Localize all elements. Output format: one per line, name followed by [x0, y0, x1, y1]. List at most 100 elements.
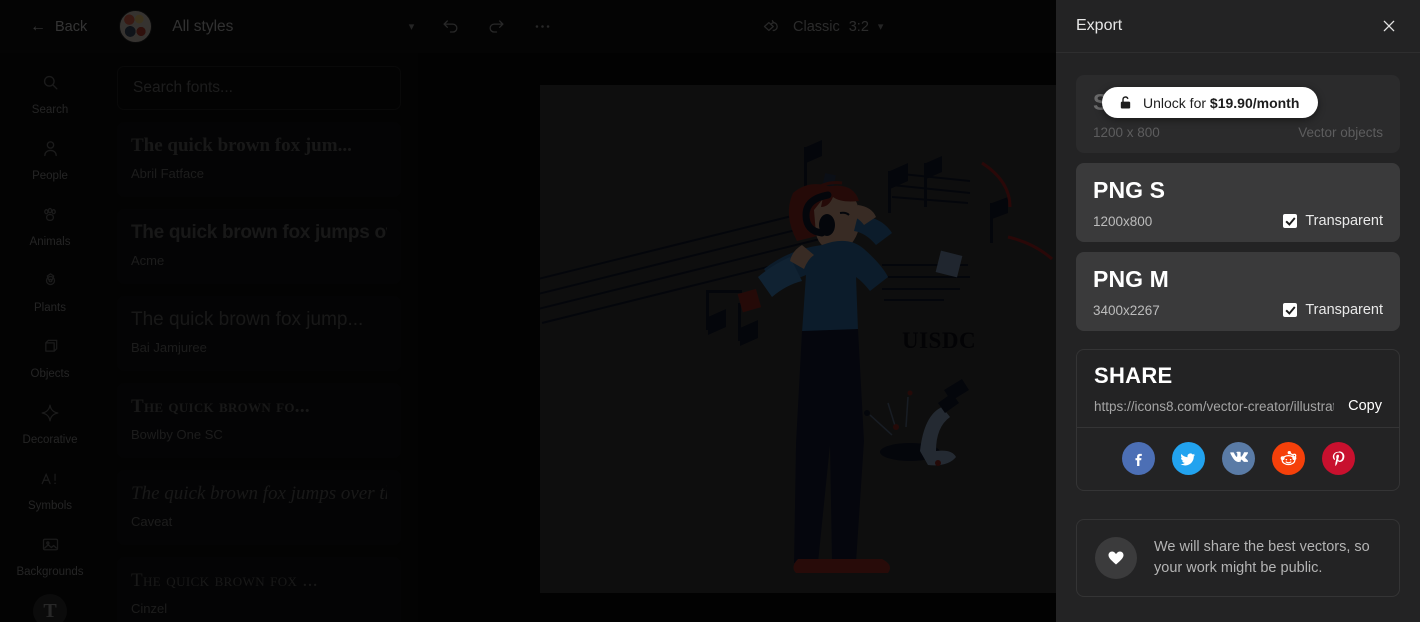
font-preview-text: The quick brown fox jum...: [131, 135, 352, 156]
font-preview-text: The quick brown fox ...: [131, 570, 318, 591]
sidebar-item-label: Search: [31, 103, 69, 116]
font-list-item[interactable]: The quick brown fox jum... Abril Fatface: [117, 122, 401, 197]
history-tools: [437, 0, 555, 53]
twitter-icon[interactable]: [1171, 442, 1205, 475]
cube-icon: [33, 330, 67, 364]
top-toolbar: ← Back All styles ▾ Classic 3:2 ▾: [0, 0, 1056, 53]
export-option-svg[interactable]: SVG 1200 x 800 Vector objects Unlock for…: [1076, 75, 1400, 153]
transparent-label: Transparent: [1305, 213, 1383, 229]
share-url-input[interactable]: [1094, 398, 1335, 414]
vk-icon[interactable]: [1221, 442, 1255, 475]
font-name-label: Abril Fatface: [131, 165, 204, 181]
style-selector-label: All styles: [172, 17, 234, 35]
category-rail: Search People Animals Plants Objects Dec…: [0, 53, 100, 622]
font-preview-text: The quick brown fox jumps over th...: [131, 483, 387, 504]
chevron-down-icon: ▾: [408, 21, 415, 33]
search-input[interactable]: [133, 79, 385, 97]
transparent-checkbox-png-s[interactable]: Transparent: [1283, 213, 1383, 229]
font-list-item[interactable]: The quick brown fox jumps over th... Cav…: [117, 470, 401, 545]
vector-creator-app: ← Back All styles ▾ Classic 3:2 ▾ Search…: [0, 0, 1420, 622]
sidebar-item-decorative[interactable]: Decorative: [0, 383, 100, 449]
back-button-label: Back: [55, 18, 88, 35]
heart-icon: [1095, 537, 1137, 580]
redo-button[interactable]: [483, 14, 509, 40]
arrow-left-icon: ←: [30, 17, 46, 35]
export-panel-title: Export: [1076, 17, 1123, 34]
social-share-row: [1077, 428, 1399, 490]
style-selector[interactable]: All styles ▾: [119, 10, 414, 43]
close-icon[interactable]: [1375, 12, 1403, 40]
checkbox-checked-icon: [1283, 214, 1298, 228]
public-share-notice: We will share the best vectors, so your …: [1076, 519, 1400, 598]
avatar: [119, 10, 153, 43]
export-option-png-m[interactable]: PNG M 3400x2267 Transparent: [1076, 252, 1400, 331]
export-format-label: PNG M: [1093, 266, 1169, 292]
image-icon: [33, 528, 67, 562]
transparent-label: Transparent: [1305, 302, 1383, 318]
sidebar-item-objects[interactable]: Objects: [0, 317, 100, 383]
transparent-checkbox-png-m[interactable]: Transparent: [1283, 302, 1383, 318]
sidebar-item-people[interactable]: People: [0, 119, 100, 185]
flower-icon: [33, 264, 67, 298]
unlock-price: $19.90/month: [1209, 94, 1300, 111]
crop-ratio-icon: [758, 14, 784, 40]
font-name-label: Acme: [131, 252, 165, 268]
font-name-label: Cinzel: [131, 600, 168, 616]
copy-button[interactable]: Copy: [1334, 398, 1382, 414]
aspect-ratio-value: 3:2: [848, 18, 869, 35]
sidebar-item-text[interactable]: T Text: [0, 581, 100, 622]
aspect-ratio-selector[interactable]: Classic 3:2 ▾: [758, 0, 883, 53]
sidebar-item-label: Plants: [34, 301, 66, 314]
font-list-item[interactable]: The quick brown fox jumps ov... Acme: [117, 209, 401, 284]
font-name-label: Caveat: [131, 513, 173, 529]
share-title: SHARE: [1094, 363, 1173, 388]
back-button[interactable]: ← Back: [30, 17, 88, 35]
watermark-label: UISDC: [902, 328, 977, 353]
sidebar-item-symbols[interactable]: Symbols: [0, 449, 100, 515]
app-dimmed-backdrop: ← Back All styles ▾ Classic 3:2 ▾ Search…: [0, 0, 1056, 622]
facebook-icon[interactable]: [1121, 442, 1155, 475]
export-dimensions-label: 1200 x 800: [1093, 125, 1160, 140]
font-list-item[interactable]: The quick brown fox ... Cinzel: [117, 557, 401, 622]
export-dimensions-label: 3400x2267: [1093, 302, 1160, 318]
canvas-stage[interactable]: UISDC: [418, 53, 1056, 622]
export-format-label: PNG S: [1093, 177, 1166, 203]
checkbox-checked-icon: [1283, 303, 1298, 317]
text-t-icon: T: [33, 593, 67, 622]
sidebar-item-label: Backgrounds: [16, 565, 84, 578]
sidebar-item-backgrounds[interactable]: Backgrounds: [0, 515, 100, 581]
export-panel: Export SVG 1200 x 800 Vector objects: [1056, 0, 1420, 622]
fonts-panel: The quick brown fox jum... Abril Fatface…: [100, 53, 418, 622]
pinterest-icon[interactable]: [1321, 442, 1355, 475]
export-panel-header: Export: [1056, 0, 1420, 53]
sidebar-item-animals[interactable]: Animals: [0, 185, 100, 251]
share-section: SHARE Copy: [1076, 349, 1400, 491]
sidebar-item-search[interactable]: Search: [0, 53, 100, 119]
font-list-item[interactable]: The quick brown fox jump... Bai Jamjuree: [117, 296, 401, 371]
export-panel-body: SVG 1200 x 800 Vector objects Unlock for…: [1056, 53, 1420, 622]
undo-button[interactable]: [437, 14, 463, 40]
export-option-png-s[interactable]: PNG S 1200x800 Transparent: [1076, 163, 1400, 242]
font-list-item[interactable]: The quick brown fo... Bowlby One SC: [117, 383, 401, 458]
sparkle-icon: [33, 396, 67, 430]
sidebar-item-label: People: [32, 169, 68, 182]
font-preview-text: The quick brown fox jump...: [131, 309, 364, 330]
font-name-label: Bowlby One SC: [131, 426, 223, 442]
unlock-subscription-button[interactable]: Unlock for $19.90/month: [1102, 87, 1319, 118]
sidebar-item-plants[interactable]: Plants: [0, 251, 100, 317]
export-dimensions-label: 1200x800: [1093, 213, 1153, 229]
font-preview-text: The quick brown fox jumps ov...: [131, 222, 387, 243]
illustration-music-listener: [540, 140, 1053, 573]
lock-icon: [1118, 94, 1133, 111]
public-share-notice-text: We will share the best vectors, so your …: [1154, 539, 1370, 577]
font-preview-text: The quick brown fo...: [131, 396, 310, 417]
font-name-label: Bai Jamjuree: [131, 339, 207, 355]
reddit-icon[interactable]: [1271, 442, 1305, 475]
search-fonts-field[interactable]: [117, 66, 401, 110]
unlock-label: Unlock for $19.90/month: [1143, 94, 1300, 111]
paw-icon: [33, 198, 67, 232]
sidebar-item-label: Symbols: [27, 499, 73, 512]
artboard[interactable]: UISDC: [540, 85, 1056, 593]
export-note-label: Vector objects: [1298, 125, 1383, 140]
more-options-button[interactable]: [529, 14, 555, 40]
